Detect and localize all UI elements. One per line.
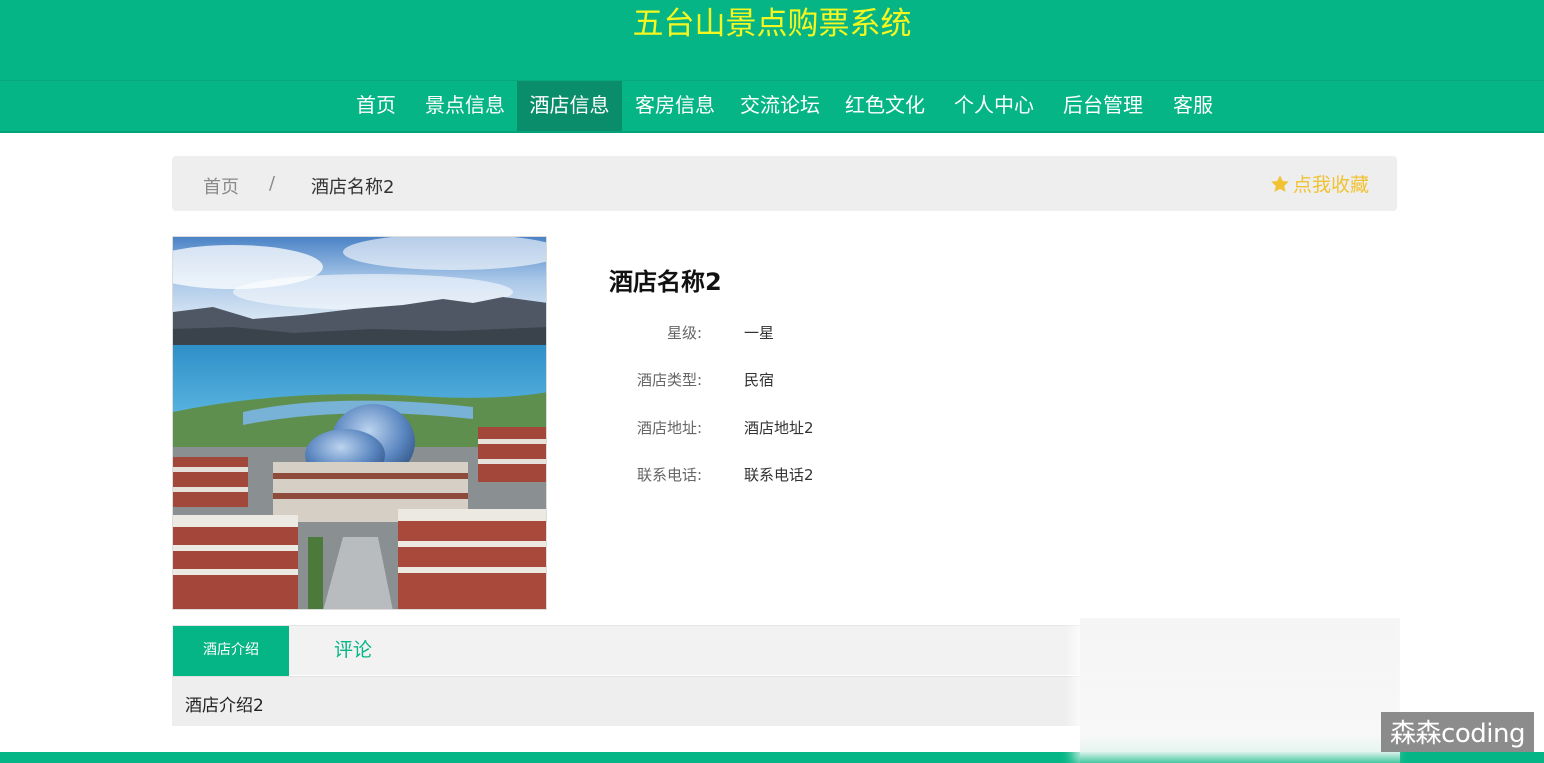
hotel-address-label: 酒店地址: [636, 419, 702, 437]
breadcrumb-separator: / [269, 173, 276, 194]
nav-item-home[interactable]: 首页 [345, 81, 407, 131]
breadcrumb-current: 酒店名称2 [311, 177, 395, 198]
hotel-photo [172, 236, 547, 610]
nav-item-service[interactable]: 客服 [1165, 81, 1221, 131]
site-header: 五台山景点购票系统 [0, 0, 1544, 80]
hotel-type-label: 酒店类型: [636, 371, 702, 389]
hotel-phone-value: 联系电话2 [744, 466, 814, 484]
nav-item-attractions[interactable]: 景点信息 [418, 81, 512, 131]
hotel-name: 酒店名称2 [609, 268, 722, 296]
nav-item-profile[interactable]: 个人中心 [946, 81, 1042, 131]
favorite-label: 点我收藏 [1292, 174, 1369, 196]
main-nav: 首页 景点信息 酒店信息 客房信息 交流论坛 红色文化 个人中心 后台管理 客服 [0, 80, 1544, 133]
star-rating-value: 一星 [744, 324, 775, 342]
nav-item-admin[interactable]: 后台管理 [1055, 81, 1151, 131]
nav-item-red-culture[interactable]: 红色文化 [837, 81, 933, 131]
hotel-phone-label: 联系电话: [636, 466, 702, 484]
hotel-type-value: 民宿 [744, 371, 775, 389]
hotel-address-value: 酒店地址2 [744, 419, 814, 437]
watermark: 森森coding [1381, 712, 1534, 752]
breadcrumb-home-link[interactable]: 首页 [203, 173, 239, 199]
hotel-photo-image [173, 237, 546, 609]
nav-item-rooms[interactable]: 客房信息 [627, 81, 723, 131]
nav-item-forum[interactable]: 交流论坛 [732, 81, 828, 131]
tab-comments[interactable]: 评论 [334, 626, 372, 676]
popup-overlay [1080, 618, 1400, 763]
hotel-intro-text: 酒店介绍2 [185, 696, 264, 716]
favorite-button[interactable]: 点我收藏 [1270, 170, 1369, 197]
breadcrumb: 首页 / 酒店名称2 点我收藏 [172, 156, 1397, 211]
nav-item-hotels[interactable]: 酒店信息 [517, 81, 622, 131]
tab-hotel-intro[interactable]: 酒店介绍 [173, 626, 289, 676]
site-title: 五台山景点购票系统 [632, 6, 912, 42]
star-rating-label: 星级: [666, 324, 702, 342]
star-icon [1271, 174, 1289, 192]
